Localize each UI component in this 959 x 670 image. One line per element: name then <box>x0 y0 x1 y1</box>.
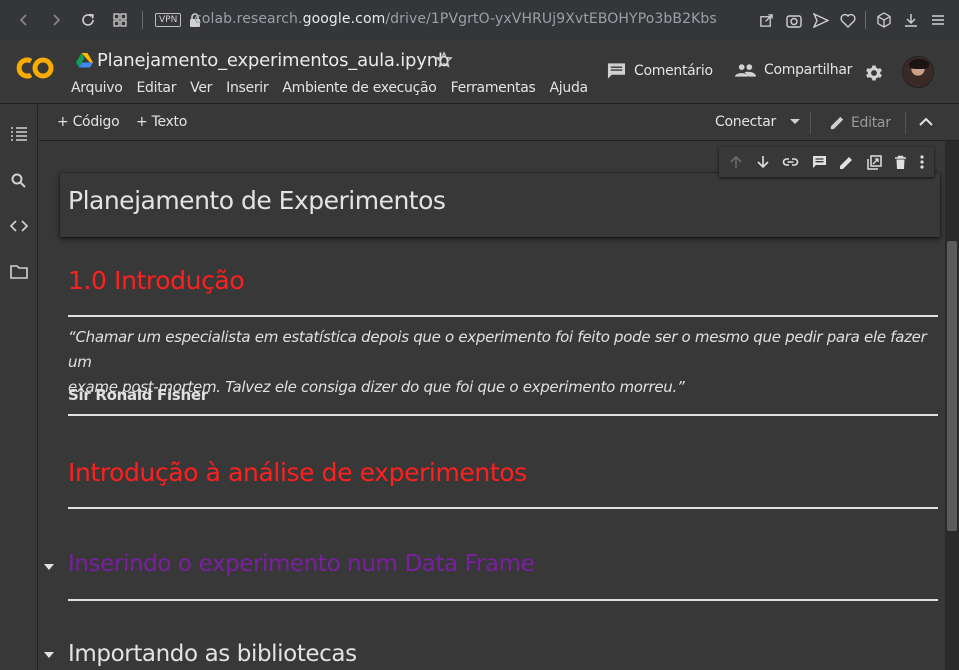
browser-menu-button[interactable] <box>924 4 951 36</box>
forward-arrow-icon <box>53 14 61 26</box>
table-of-contents-icon[interactable] <box>10 126 28 142</box>
divider <box>865 11 866 29</box>
cell-toolbar <box>719 147 934 177</box>
reload-icon <box>82 13 94 26</box>
connect-button[interactable]: Conectar <box>715 114 800 130</box>
menu-lines-icon <box>931 15 944 25</box>
comment-cell-icon[interactable] <box>812 155 827 169</box>
menu-arquivo[interactable]: Arquivo <box>71 80 123 96</box>
notebook-title[interactable]: Planejamento_experimentos_aula.ipynb <box>97 50 449 71</box>
menu-ver[interactable]: Ver <box>190 80 212 96</box>
add-text-button[interactable]: + Texto <box>136 114 187 130</box>
edit-cell-pencil-icon[interactable] <box>839 155 854 170</box>
more-options-icon[interactable] <box>920 155 924 169</box>
collapse-caret-icon[interactable] <box>44 564 54 570</box>
edit-label: Editar <box>851 114 891 131</box>
horizontal-rule <box>68 599 938 601</box>
comment-button[interactable]: Comentário <box>607 62 713 80</box>
horizontal-rule <box>68 507 938 509</box>
divider <box>810 112 811 134</box>
share-label: Compartilhar <box>764 62 853 78</box>
share-page-button[interactable] <box>753 4 780 36</box>
back-button[interactable] <box>8 4 40 36</box>
menu-ambiente-de-execucao[interactable]: Ambiente de execução <box>282 80 437 96</box>
folder-icon[interactable] <box>10 265 28 279</box>
menu-bar: Arquivo Editar Ver Inserir Ambiente de e… <box>71 80 602 96</box>
menu-inserir[interactable]: Inserir <box>226 80 269 96</box>
collapse-chevron-up-icon[interactable] <box>919 117 933 126</box>
send-icon <box>812 12 829 28</box>
comment-icon <box>607 63 626 79</box>
comment-label: Comentário <box>634 63 713 79</box>
add-code-button[interactable]: + Código <box>57 114 120 130</box>
menu-ajuda[interactable]: Ajuda <box>550 80 589 96</box>
chevron-down-icon <box>789 119 800 124</box>
mirror-cell-icon[interactable] <box>867 154 882 170</box>
colab-logo-icon <box>16 57 54 79</box>
divider <box>905 112 906 134</box>
screenshot-button[interactable] <box>780 4 807 36</box>
quote-author: Sir Ronald Fisher <box>68 386 208 404</box>
menu-ferramentas[interactable]: Ferramentas <box>451 80 536 96</box>
address-bar[interactable]: colab.research.google.com/drive/1PVgrtO-… <box>194 11 717 27</box>
grid-icon <box>113 13 127 27</box>
settings-gear-icon[interactable] <box>864 63 884 83</box>
link-icon[interactable] <box>782 157 799 167</box>
tabs-grid-button[interactable] <box>104 4 136 36</box>
colab-logo[interactable] <box>14 54 56 82</box>
star-icon[interactable] <box>435 51 453 69</box>
code-snippets-icon[interactable] <box>10 219 28 233</box>
vpn-badge[interactable]: VPN <box>155 13 182 27</box>
notebook-main-title: Planejamento de Experimentos <box>68 186 446 215</box>
connect-label: Conectar <box>715 114 776 130</box>
left-sidebar <box>0 105 38 670</box>
camera-icon <box>785 14 802 28</box>
horizontal-rule <box>68 414 938 416</box>
analysis-heading: Introdução à análise de experimentos <box>68 458 527 487</box>
heart-icon <box>839 13 856 28</box>
cube-icon <box>876 12 891 28</box>
collapse-caret-icon[interactable] <box>44 652 54 658</box>
back-arrow-icon <box>19 14 27 26</box>
share-icon <box>760 13 773 27</box>
scrollbar-thumb[interactable] <box>947 241 957 531</box>
forward-button[interactable] <box>40 4 72 36</box>
menu-editar[interactable]: Editar <box>137 80 177 96</box>
horizontal-rule <box>68 315 938 317</box>
send-button[interactable] <box>807 4 834 36</box>
section-heading-dataframe[interactable]: Inserindo o experimento num Data Frame <box>68 551 535 577</box>
user-avatar[interactable] <box>902 56 934 88</box>
divider <box>142 11 143 29</box>
favorite-button[interactable] <box>834 4 861 36</box>
quote-line: “Chamar um especialista em estatística d… <box>68 328 927 371</box>
intro-heading: 1.0 Introdução <box>68 266 245 295</box>
move-down-icon[interactable] <box>756 155 770 169</box>
browser-toolbar: VPN colab.research.google.com/drive/1PVg… <box>0 0 959 40</box>
reload-button[interactable] <box>72 4 104 36</box>
share-button[interactable]: Compartilhar <box>735 62 852 78</box>
extensions-button[interactable] <box>870 4 897 36</box>
text-cell-selected[interactable]: Planejamento de Experimentos <box>60 173 940 237</box>
section-heading-libraries[interactable]: Importando as bibliotecas <box>68 641 357 667</box>
move-up-icon[interactable] <box>729 155 743 169</box>
search-icon[interactable] <box>10 172 27 189</box>
people-icon <box>735 64 756 77</box>
notebook-toolbar: + Código + Texto Conectar Editar <box>39 105 959 141</box>
notebook-scrollbar[interactable] <box>945 141 959 670</box>
delete-trash-icon[interactable] <box>894 155 907 170</box>
pencil-icon <box>830 116 844 130</box>
download-icon <box>904 14 917 27</box>
downloads-button[interactable] <box>897 4 924 36</box>
notebook-content: Planejamento de Experimentos 1.0 Introdu… <box>39 141 945 670</box>
google-drive-icon <box>76 53 93 68</box>
edit-button[interactable]: Editar <box>829 114 891 131</box>
